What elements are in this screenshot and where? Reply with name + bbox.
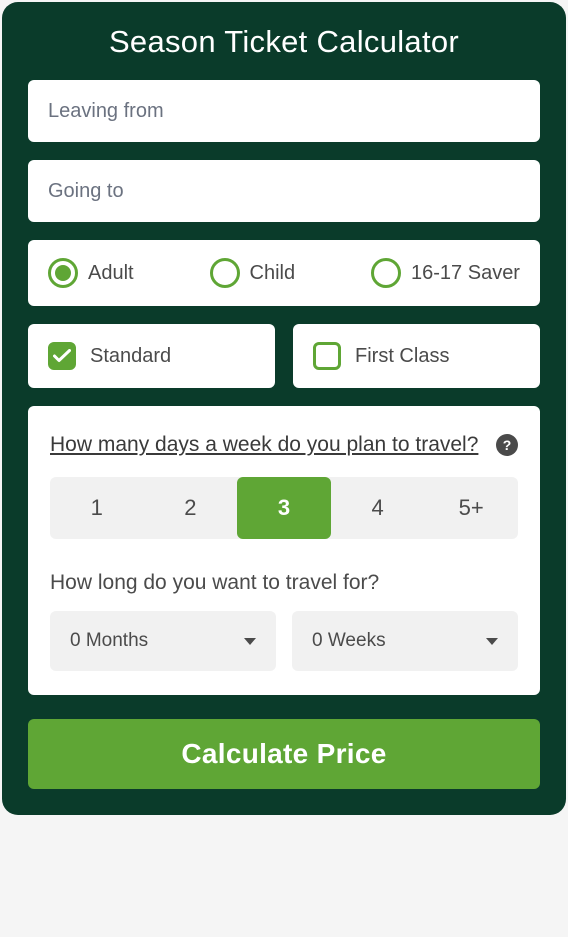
radio-label: Adult xyxy=(88,262,134,285)
going-to-input[interactable] xyxy=(28,160,540,222)
passenger-type-group: Adult Child 16-17 Saver xyxy=(28,240,540,306)
duration-label: How long do you want to travel for? xyxy=(50,571,518,595)
chevron-down-icon xyxy=(244,638,256,645)
duration-selects: 0 Months 0 Weeks xyxy=(50,611,518,671)
checkbox-first-class[interactable]: First Class xyxy=(293,324,540,388)
weeks-value: 0 Weeks xyxy=(312,630,386,652)
season-ticket-calculator: Season Ticket Calculator Adult Child 16-… xyxy=(2,2,566,815)
radio-label: 16-17 Saver xyxy=(411,262,520,285)
day-option-4[interactable]: 4 xyxy=(331,477,425,539)
day-option-3[interactable]: 3 xyxy=(237,477,331,539)
days-options: 1 2 3 4 5+ xyxy=(50,477,518,539)
radio-icon xyxy=(48,258,78,288)
checkbox-icon xyxy=(48,342,76,370)
help-icon[interactable]: ? xyxy=(496,434,518,456)
checkbox-icon xyxy=(313,342,341,370)
calculate-price-button[interactable]: Calculate Price xyxy=(28,719,540,789)
chevron-down-icon xyxy=(486,638,498,645)
duration-panel: How many days a week do you plan to trav… xyxy=(28,406,540,695)
day-option-2[interactable]: 2 xyxy=(144,477,238,539)
days-header: How many days a week do you plan to trav… xyxy=(50,430,518,459)
months-value: 0 Months xyxy=(70,630,148,652)
page-title: Season Ticket Calculator xyxy=(28,24,540,60)
days-per-week-link[interactable]: How many days a week do you plan to trav… xyxy=(50,430,484,459)
day-option-5plus[interactable]: 5+ xyxy=(424,477,518,539)
leaving-from-input[interactable] xyxy=(28,80,540,142)
checkbox-label: Standard xyxy=(90,345,171,368)
day-option-1[interactable]: 1 xyxy=(50,477,144,539)
radio-16-17-saver[interactable]: 16-17 Saver xyxy=(371,258,520,288)
radio-icon xyxy=(210,258,240,288)
class-group: Standard First Class xyxy=(28,324,540,388)
radio-child[interactable]: Child xyxy=(210,258,296,288)
radio-icon xyxy=(371,258,401,288)
weeks-select[interactable]: 0 Weeks xyxy=(292,611,518,671)
radio-adult[interactable]: Adult xyxy=(48,258,134,288)
radio-label: Child xyxy=(250,262,296,285)
checkbox-label: First Class xyxy=(355,345,449,368)
months-select[interactable]: 0 Months xyxy=(50,611,276,671)
checkbox-standard[interactable]: Standard xyxy=(28,324,275,388)
